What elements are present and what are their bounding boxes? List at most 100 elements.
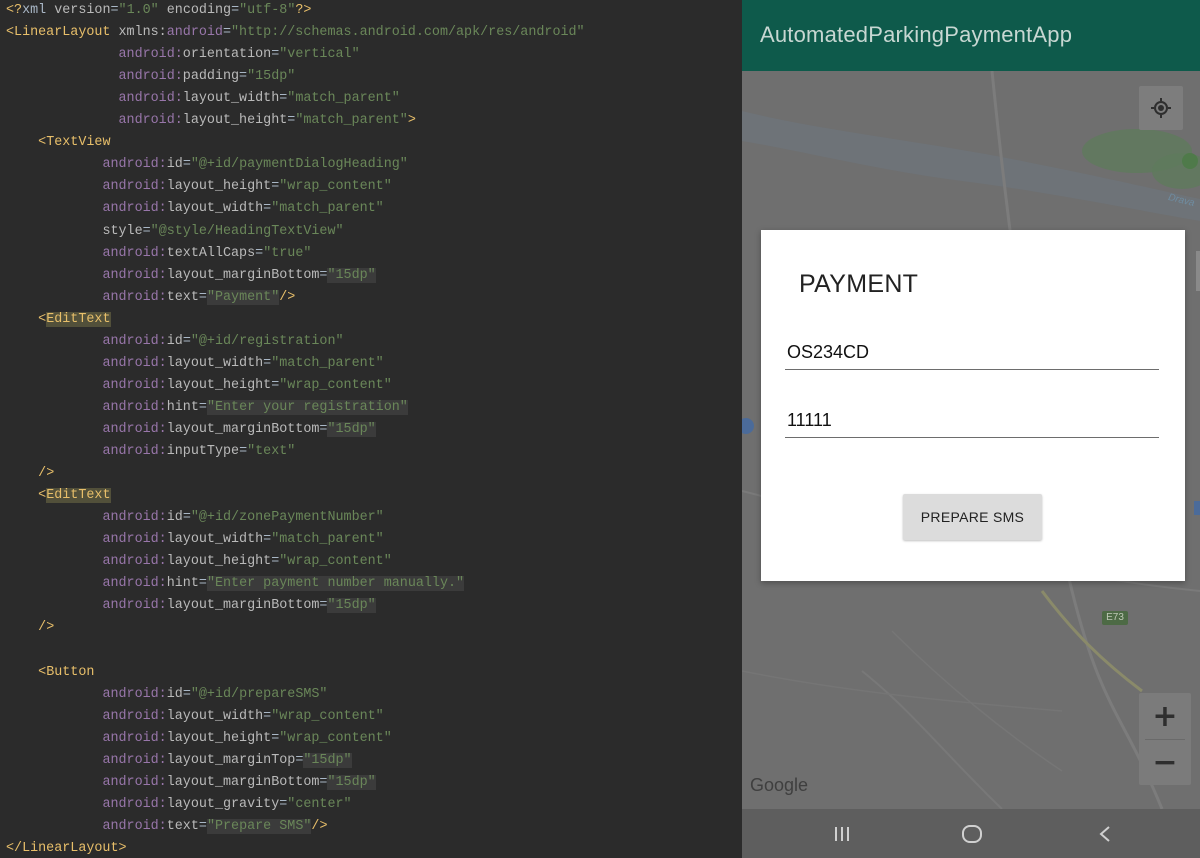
code-token: xml [22, 3, 55, 18]
code-token: "match_parent" [287, 91, 400, 107]
app-bar: AutomatedParkingPaymentApp [742, 0, 1200, 71]
code-token: android: [102, 730, 167, 746]
code-token: hint [166, 576, 199, 592]
code-token: = [182, 686, 191, 702]
code-token: "@+id/zonePaymentNumber" [190, 510, 384, 526]
code-token: xmlns: [118, 25, 167, 41]
code-token: "match_parent" [271, 201, 384, 217]
code-token: android: [102, 421, 167, 437]
code-line: android:layout_marginBottom="15dp" [6, 595, 376, 617]
code-token: layout_height [182, 113, 288, 129]
code-token: "15dp" [327, 421, 376, 437]
code-line: <Button [6, 662, 94, 684]
code-line: android:id="@+id/prepareSMS" [6, 684, 327, 706]
code-token: android: [102, 554, 167, 570]
code-token: android: [118, 91, 183, 107]
code-token: > [407, 113, 416, 129]
code-line: android:layout_marginBottom="15dp" [6, 772, 376, 794]
my-location-button[interactable] [1139, 86, 1183, 130]
code-token: layout_marginBottom [166, 267, 320, 283]
home-button[interactable] [942, 809, 1002, 858]
code-token: <? [6, 3, 23, 18]
code-token: layout_marginBottom [166, 421, 320, 437]
code-token: /> [311, 818, 328, 834]
zoom-out-button[interactable]: − [1139, 739, 1191, 785]
zoom-in-button[interactable]: + [1139, 693, 1191, 739]
code-line: android:id="@+id/zonePaymentNumber" [6, 507, 384, 529]
code-line: android:layout_height="wrap_content" [6, 375, 391, 397]
code-line: <EditText [6, 485, 111, 507]
code-token: style [102, 223, 143, 239]
code-token: ?> [295, 3, 312, 18]
code-line: android:layout_marginTop="15dp" [6, 750, 352, 772]
code-token: "match_parent" [271, 355, 384, 371]
code-token: android: [102, 796, 167, 812]
google-logo: Google [750, 775, 809, 795]
code-token: android: [102, 532, 167, 548]
code-line: android:layout_gravity="center" [6, 794, 351, 816]
code-token: EditText [46, 311, 111, 327]
code-token: layout_height [166, 730, 272, 746]
code-token: <LinearLayout [6, 25, 119, 41]
recents-button[interactable] [812, 809, 872, 858]
code-token: < [38, 488, 47, 504]
system-nav-bar [742, 809, 1200, 858]
code-line: <EditText [6, 309, 111, 331]
code-line: android:layout_width="match_parent" [6, 353, 384, 375]
code-line: android:text="Prepare SMS"/> [6, 816, 327, 838]
code-token: "wrap_content" [279, 730, 392, 746]
code-line: android:layout_width="wrap_content" [6, 706, 383, 728]
registration-input[interactable] [785, 336, 1159, 370]
prepare-sms-button[interactable]: PREPARE SMS [903, 494, 1042, 540]
code-line: android:layout_marginBottom="15dp" [6, 419, 376, 441]
payment-dialog-heading: PAYMENT [799, 270, 919, 298]
code-editor[interactable]: <?xml version="1.0" encoding="utf-8"?> <L… [0, 0, 742, 858]
code-line: <?xml version="1.0" encoding="utf-8"?> [6, 0, 311, 22]
code-token: android: [102, 245, 167, 261]
code-line: android:id="@+id/paymentDialogHeading" [6, 154, 408, 176]
code-token: layout_width [166, 532, 264, 548]
road-badge: E73 [1102, 611, 1128, 625]
code-token: text [166, 289, 199, 305]
code-token: "@+id/paymentDialogHeading" [190, 157, 408, 173]
code-token: android: [102, 399, 167, 415]
code-token: "@+id/registration" [190, 333, 344, 349]
code-token: = [198, 818, 207, 834]
code-token: "1.0" [118, 3, 159, 18]
code-token: layout_width [166, 355, 264, 371]
code-line: /> [6, 617, 54, 639]
code-line: android:hint="Enter payment number manua… [6, 573, 465, 595]
code-token: padding [182, 69, 240, 85]
zone-payment-number-input[interactable] [785, 404, 1159, 438]
code-line: android:inputType="text" [6, 441, 295, 463]
back-button[interactable] [1075, 809, 1135, 858]
code-line: android:orientation="vertical" [6, 44, 360, 66]
code-token: android: [102, 377, 167, 393]
code-token: android: [102, 510, 167, 526]
code-token: layout_width [166, 708, 264, 724]
code-token: <Button [38, 664, 95, 680]
app-title: AutomatedParkingPaymentApp [760, 22, 1073, 47]
code-line: android:layout_marginBottom="15dp" [6, 265, 376, 287]
code-token: "Prepare SMS" [206, 818, 312, 834]
code-token: "vertical" [279, 47, 360, 63]
code-token: "match_parent" [295, 113, 408, 129]
